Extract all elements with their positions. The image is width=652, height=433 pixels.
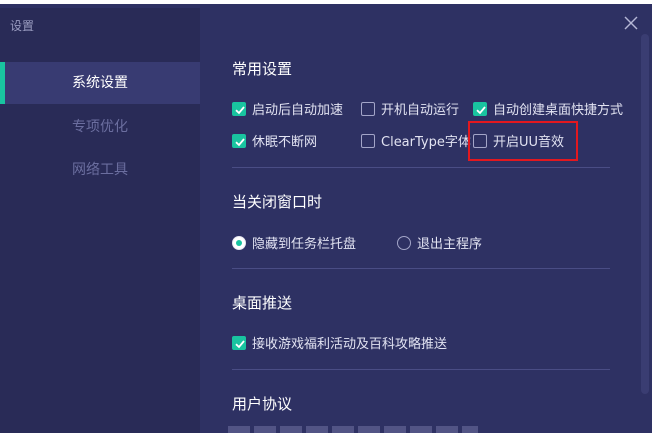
checkbox-checked[interactable]	[232, 133, 246, 148]
check-icon	[235, 105, 245, 114]
option-sleep-keep-network[interactable]: 休眠不断网	[232, 131, 317, 150]
option-label: 启动后自动加速	[252, 103, 344, 118]
sidebar-item-network-tools[interactable]: 网络工具	[0, 149, 200, 191]
radio-unselected[interactable]	[397, 235, 411, 250]
settings-content: 常用设置 启动后自动加速 开机自动运行 自动创建桌面快捷方式 休眠不断网 Cle	[200, 4, 652, 433]
option-receive-push[interactable]: 接收游戏福利活动及百科攻略推送	[232, 333, 447, 352]
window-title: 设置	[10, 19, 35, 33]
option-label: 退出主程序	[417, 237, 483, 252]
scrollbar[interactable]	[641, 34, 649, 394]
section-title-desktop-push: 桌面推送	[232, 294, 293, 312]
option-cleartype-font[interactable]: ClearType字体	[361, 131, 471, 150]
section-title-close-window: 当关闭窗口时	[232, 193, 323, 211]
settings-window: 设置 系统设置 专项优化 网络工具 常用设置 启动后自动加速 开机自动运行 自动…	[0, 0, 652, 433]
option-label: ClearType字体	[381, 135, 471, 150]
divider	[232, 369, 610, 370]
option-exit-program[interactable]: 退出主程序	[397, 233, 482, 252]
sidebar-item-special-optimization[interactable]: 专项优化	[0, 106, 200, 148]
radio-selected[interactable]	[232, 235, 246, 250]
checkbox-checked[interactable]	[473, 101, 487, 116]
cut-off-text-row	[228, 426, 478, 433]
option-label: 自动创建桌面快捷方式	[493, 103, 624, 118]
option-auto-run[interactable]: 开机自动运行	[361, 99, 459, 118]
option-label: 隐藏到任务栏托盘	[252, 237, 357, 252]
option-hide-to-tray[interactable]: 隐藏到任务栏托盘	[232, 233, 356, 252]
highlight-box	[468, 121, 578, 161]
checkbox-checked[interactable]	[232, 101, 246, 116]
option-desktop-shortcut[interactable]: 自动创建桌面快捷方式	[473, 99, 623, 118]
checkbox-unchecked[interactable]	[361, 101, 375, 116]
option-label: 接收游戏福利活动及百科攻略推送	[252, 337, 448, 352]
check-icon	[235, 137, 245, 146]
section-title-user-agreement: 用户协议	[232, 395, 293, 413]
checkbox-unchecked[interactable]	[361, 133, 375, 148]
checkbox-checked[interactable]	[232, 335, 246, 350]
sidebar-item-system-settings[interactable]: 系统设置	[0, 62, 200, 104]
check-icon	[476, 105, 486, 114]
sidebar: 设置 系统设置 专项优化 网络工具	[0, 8, 200, 433]
option-auto-accelerate[interactable]: 启动后自动加速	[232, 99, 343, 118]
divider	[232, 167, 610, 168]
divider	[232, 268, 610, 269]
option-label: 开机自动运行	[381, 103, 460, 118]
section-title-common: 常用设置	[232, 60, 293, 78]
check-icon	[235, 339, 245, 348]
option-label: 休眠不断网	[252, 135, 318, 150]
